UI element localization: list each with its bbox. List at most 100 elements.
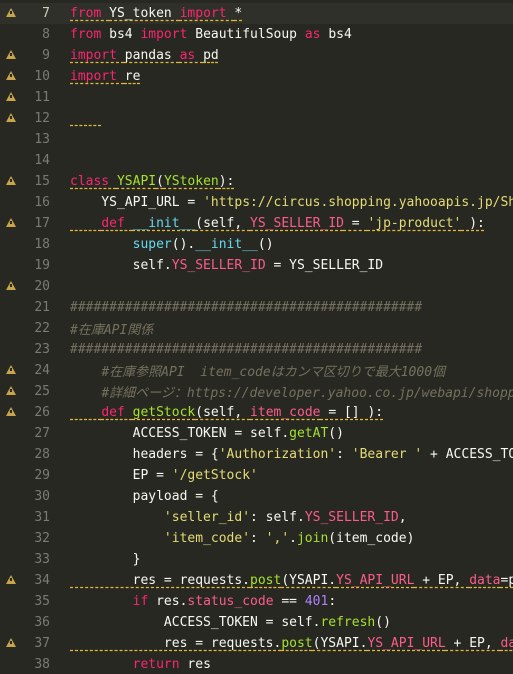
code-token: YS_SELLER_ID	[304, 510, 399, 525]
warning-icon[interactable]	[0, 45, 22, 66]
warning-icon[interactable]	[0, 276, 22, 297]
code-line[interactable]: 27 ACCESS_TOKEN = self.getAT()	[0, 423, 513, 444]
code-token: bs4	[109, 27, 141, 42]
line-number: 31	[34, 510, 50, 525]
code-text: #詳細ページ：https://developer.yahoo.co.jp/web…	[50, 382, 513, 401]
code-token: post	[281, 636, 313, 651]
code-token: def	[101, 216, 133, 231]
code-token: if	[132, 594, 157, 609]
code-token: res	[187, 657, 211, 672]
code-token: import	[70, 48, 125, 63]
code-token: + EP,	[414, 573, 470, 588]
code-text: return res	[50, 657, 211, 672]
code-line[interactable]: 20	[0, 276, 513, 297]
code-token: = [] ):	[320, 405, 384, 420]
warning-icon[interactable]	[0, 108, 22, 129]
code-line[interactable]: 34 res = requests.post(YSAPI.YS_API_URL …	[0, 570, 513, 591]
code-line[interactable]: 24 #在庫参照API item_codeはカンマ区切りで最大1000個	[0, 360, 513, 381]
warning-icon[interactable]	[0, 381, 22, 402]
code-line[interactable]: 30 payload = {	[0, 486, 513, 507]
gutter-spacer	[0, 486, 22, 507]
code-token: + ACCESS_TOKEN}	[430, 447, 513, 462]
code-line[interactable]: 11	[0, 87, 513, 108]
line-number: 35	[34, 594, 50, 609]
line-number: 12	[34, 111, 50, 126]
warning-icon[interactable]	[0, 633, 22, 654]
code-line[interactable]: 12	[0, 108, 513, 129]
code-text: ########################################…	[50, 342, 422, 357]
warning-icon[interactable]	[0, 87, 22, 108]
code-token: '/getStock'	[171, 468, 258, 483]
code-token: : self.	[250, 510, 305, 525]
code-line[interactable]: 38 return res	[0, 654, 513, 674]
code-token: (YSAPI.	[281, 573, 337, 588]
code-token: import	[70, 69, 125, 84]
code-token: res.	[156, 594, 188, 609]
gutter-spacer	[0, 591, 22, 612]
code-line[interactable]: 17 def __init__(self, YS_SELLER_ID = 'jp…	[0, 213, 513, 234]
code-line[interactable]: 14	[0, 150, 513, 171]
warning-icon[interactable]	[0, 171, 22, 192]
warning-icon[interactable]	[0, 570, 22, 591]
code-line[interactable]: 13	[0, 129, 513, 150]
code-text: 'seller_id': self.YS_SELLER_ID,	[50, 510, 407, 525]
code-line[interactable]: 8 from bs4 import BeautifulSoup as bs4	[0, 24, 513, 45]
code-line[interactable]: 32 'item_code': ','.join(item_code)	[0, 528, 513, 549]
code-token: status_code	[187, 594, 274, 609]
code-token: YS_SELLER_ID	[250, 216, 344, 231]
code-text: #在庫API関係	[50, 319, 153, 338]
warning-icon[interactable]	[0, 402, 22, 423]
code-token: from	[70, 27, 110, 42]
code-token: getAT	[289, 426, 329, 441]
code-line[interactable]: 21 ######################################…	[0, 297, 513, 318]
code-line[interactable]: 22 #在庫API関係	[0, 318, 513, 339]
code-token: as	[179, 48, 204, 63]
code-line[interactable]: 7 from YS_token import *	[0, 3, 513, 24]
code-line[interactable]: 29 EP = '/getStock'	[0, 465, 513, 486]
code-line[interactable]: 10 import re	[0, 66, 513, 87]
warning-icon[interactable]	[0, 360, 22, 381]
warning-icon[interactable]	[0, 3, 22, 24]
code-token: YS_API_URL	[336, 573, 415, 588]
code-line[interactable]: 36 ACCESS_TOKEN = self.refresh()	[0, 612, 513, 633]
code-line[interactable]: 15 class YSAPI(YStoken):	[0, 171, 513, 192]
code-line[interactable]: 23 ######################################…	[0, 339, 513, 360]
code-line[interactable]: 16 YS_API_URL = 'https://circus.shopping…	[0, 192, 513, 213]
code-text: def __init__(self, YS_SELLER_ID = 'jp-pr…	[50, 216, 485, 231]
code-line[interactable]: 26 def getStock(self, item_code = [] ):	[0, 402, 513, 423]
code-line[interactable]: 37 res = requests.post(YSAPI.YS_API_URL …	[0, 633, 513, 654]
code-text: headers = {'Authorization': 'Bearer ' + …	[50, 447, 513, 462]
code-token: (	[156, 174, 164, 189]
code-token: YS_token	[109, 6, 180, 21]
code-line[interactable]: 25 #詳細ページ：https://developer.yahoo.co.jp/…	[0, 381, 513, 402]
line-number: 15	[34, 174, 50, 189]
code-token: ()	[375, 615, 391, 630]
code-token: ==	[273, 594, 305, 609]
code-line[interactable]: 19 self.YS_SELLER_ID = YS_SELLER_ID	[0, 255, 513, 276]
line-number: 9	[42, 48, 50, 63]
code-token: #在庫API関係	[70, 323, 154, 338]
code-line[interactable]: 18 super().__init__()	[0, 234, 513, 255]
gutter-spacer	[0, 24, 22, 45]
code-line[interactable]: 31 'seller_id': self.YS_SELLER_ID,	[0, 507, 513, 528]
code-line[interactable]: 33 }	[0, 549, 513, 570]
code-token: self.	[70, 258, 172, 273]
line-number: 17	[34, 216, 50, 231]
code-token: headers = {	[70, 447, 219, 462]
code-line[interactable]: 28 headers = {'Authorization': 'Bearer '…	[0, 444, 513, 465]
code-line[interactable]: 9 import pandas as pd	[0, 45, 513, 66]
warning-icon[interactable]	[0, 213, 22, 234]
code-token: 'Authorization'	[218, 447, 337, 462]
code-text	[50, 111, 101, 126]
warning-icon[interactable]	[0, 66, 22, 87]
gutter-spacer	[0, 423, 22, 444]
gutter-spacer	[0, 654, 22, 674]
code-line[interactable]: 35 if res.status_code == 401:	[0, 591, 513, 612]
line-number: 20	[34, 279, 50, 294]
code-text: EP = '/getStock'	[50, 468, 258, 483]
code-text: ACCESS_TOKEN = self.refresh()	[50, 615, 391, 630]
code-editor[interactable]: 7 from YS_token import * 8 from bs4 import …	[0, 0, 513, 674]
